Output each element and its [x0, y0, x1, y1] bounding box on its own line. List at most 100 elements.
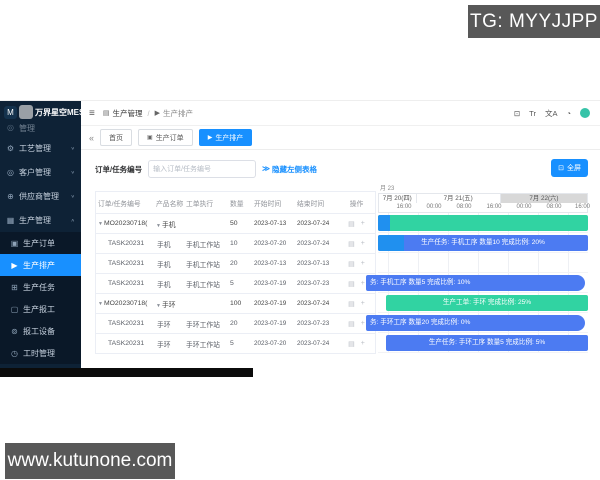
bell-icon[interactable]: ◔ [566, 109, 571, 118]
schedule-icon: ▶ [155, 109, 160, 117]
caret-down-icon[interactable]: ▼ [98, 221, 103, 227]
sidebar-item-production-task[interactable]: ⊞ 生产任务 [0, 276, 81, 298]
add-icon[interactable]: + [361, 240, 365, 248]
cell-start-time: 2023-07-13 [252, 260, 295, 267]
tab-label: 首页 [109, 133, 123, 143]
gantt-rows: 生产任务: 手机工序 数量10 完成比例: 20%务: 手机工序 数量5 完成比… [378, 213, 588, 353]
hamburger-menu-icon[interactable]: ≡ [89, 108, 95, 119]
col-actions: 操作 [338, 198, 375, 208]
caret-down-icon[interactable]: ▼ [156, 223, 161, 229]
tab-生产订单[interactable]: ▣ 生产订单 [138, 129, 193, 146]
cell-quantity: 20 [228, 260, 252, 267]
screenshot-edge-strip [0, 368, 253, 377]
table-row[interactable]: TASK20231 手机 手机工作站 5 2023-07-19 2023-07-… [96, 274, 375, 294]
cell-product-name: 手环 [154, 339, 184, 349]
cell-quantity: 50 [228, 220, 252, 227]
detail-icon[interactable]: ▤ [348, 240, 355, 248]
caret-down-icon[interactable]: ▼ [98, 301, 103, 307]
sidebar-item-production-order[interactable]: ▣ 生产订单 [0, 232, 81, 254]
sidebar-item-label: 工艺管理 [19, 143, 51, 154]
sidebar-item-work-report[interactable]: ▢ 生产报工 [0, 298, 81, 320]
cell-product-name: 手机 [154, 279, 184, 289]
col-start-time: 开始时间 [252, 198, 295, 208]
bar-label: 生产任务: 手机工序 数量10 完成比例: 20% [378, 235, 588, 251]
chevron-icon: ∨ [71, 170, 75, 175]
breadcrumb-current: 生产排产 [163, 108, 193, 119]
sidebar-item-device[interactable]: ⊚ 报工设备 [0, 320, 81, 342]
cell-order-number: TASK20231 [96, 340, 154, 347]
gantt-row: 生产任务: 手机工序 数量10 完成比例: 20% [378, 233, 588, 253]
add-icon[interactable]: + [361, 320, 365, 328]
logo-icon: M [4, 106, 17, 119]
detail-icon[interactable]: ▤ [348, 340, 355, 348]
gantt-tick-spacer [379, 203, 389, 212]
production-order-icon: ▣ [10, 239, 19, 248]
gantt-scale-label: 月 23 [378, 185, 588, 193]
add-icon[interactable]: + [361, 220, 365, 228]
gantt-task-bar[interactable]: 务: 手机工序 数量5 完成比例: 10% [366, 275, 585, 291]
sidebar-item-truncated[interactable]: ◎ 管理 [0, 123, 81, 136]
gantt-time-header: 16:0000:0008:0016:0000:0008:0016:00 [378, 203, 588, 213]
sidebar-item-supplier[interactable]: ⊕ 供应商管理 ∨ [0, 184, 81, 208]
table-row[interactable]: ▼MO20230718( ▼手机 50 2023-07-13 2023-07-2… [96, 214, 375, 234]
tabs-collapse-icon[interactable]: « [89, 133, 94, 143]
device-icon: ⊚ [10, 327, 19, 336]
col-product-name: 产品名称 [154, 198, 184, 208]
tabs-container: 首页 ▣ 生产订单 ▶ 生产排产 [100, 129, 252, 146]
tab-首页[interactable]: 首页 [100, 129, 132, 146]
gantt-day-label: 7月 21(五) [417, 194, 501, 203]
sidebar-item-label: 客户管理 [19, 167, 51, 178]
detail-icon[interactable]: ▤ [348, 260, 355, 268]
production-schedule-icon: ▶ [10, 261, 19, 270]
order-number-input[interactable] [148, 160, 256, 178]
caret-down-icon[interactable]: ▼ [156, 303, 161, 309]
sidebar-item-work-hours[interactable]: ◷ 工时管理 [0, 342, 81, 364]
gantt-task-bar[interactable]: 务: 手环工序 数量20 完成比例: 0% [366, 315, 585, 331]
table-row[interactable]: TASK20231 手环 手环工作站 20 2023-07-19 2023-07… [96, 314, 375, 334]
gantt-order-bar[interactable] [378, 215, 588, 231]
add-icon[interactable]: + [361, 280, 365, 288]
font-size-icon[interactable]: Tr [529, 109, 536, 118]
detail-icon[interactable]: ▤ [348, 280, 355, 288]
gantt-task-bar[interactable]: 生产任务: 手环工序 数量5 完成比例: 5% [386, 335, 588, 351]
breadcrumb-root[interactable]: 生产管理 [112, 108, 142, 119]
gantt-row [378, 253, 588, 273]
sidebar-item-production[interactable]: ▦ 生产管理 ∧ [0, 208, 81, 232]
tab-label: 生产订单 [156, 133, 184, 143]
detail-icon[interactable]: ▤ [348, 320, 355, 328]
table-row[interactable]: TASK20231 手环 手环工作站 5 2023-07-20 2023-07-… [96, 334, 375, 354]
sidebar-item-customer[interactable]: ◎ 客户管理 ∨ [0, 160, 81, 184]
cell-quantity: 5 [228, 280, 252, 287]
add-icon[interactable]: + [361, 340, 365, 348]
sidebar-item-process[interactable]: ⚙ 工艺管理 ∨ [0, 136, 81, 160]
tab-生产排产[interactable]: ▶ 生产排产 [199, 129, 253, 146]
sidebar-item-label: 生产任务 [23, 282, 55, 293]
chevron-icon: ∨ [71, 194, 75, 199]
fullscreen-label: 全屏 [567, 163, 581, 173]
translate-icon[interactable]: 文A [545, 108, 558, 119]
fullscreen-button[interactable]: ⊡ 全屏 [551, 159, 588, 177]
gantt-task-bar[interactable]: 生产任务: 手机工序 数量10 完成比例: 20% [378, 235, 588, 251]
sidebar-item-label: 生产订单 [23, 238, 55, 249]
add-icon[interactable]: + [361, 300, 365, 308]
cell-actions: ▤ + [338, 340, 375, 348]
fullscreen-icon[interactable]: ⊡ [514, 109, 520, 118]
col-order-number: 订单/任务编号 [96, 198, 154, 208]
cell-quantity: 100 [228, 300, 252, 307]
detail-icon[interactable]: ▤ [348, 300, 355, 308]
add-icon[interactable]: + [361, 260, 365, 268]
table-row[interactable]: TASK20231 手机 手机工作站 20 2023-07-13 2023-07… [96, 254, 375, 274]
sidebar: M 万界星空MES ◎ 管理 ⚙ 工艺管理 ∨ ◎ 客户管理 ∨ ⊕ 供应商管理… [0, 101, 81, 368]
cell-start-time: 2023-07-13 [252, 220, 295, 227]
avatar[interactable] [580, 108, 590, 118]
hide-table-link[interactable]: ≫ 隐藏左侧表格 [262, 164, 317, 175]
cell-order-number: TASK20231 [96, 260, 154, 267]
table-row[interactable]: ▼MO20230718( ▼手环 100 2023-07-19 2023-07-… [96, 294, 375, 314]
chevron-right-icon: ≫ [262, 164, 270, 175]
detail-icon[interactable]: ▤ [348, 220, 355, 228]
cell-end-time: 2023-07-24 [295, 220, 338, 227]
sidebar-item-production-schedule[interactable]: ▶ 生产排产 [0, 254, 81, 276]
gantt-time-tick: 16:00 [389, 203, 419, 212]
gantt-order-bar[interactable]: 生产工单: 手环 完成比例: 25% [386, 295, 588, 311]
table-row[interactable]: TASK20231 手机 手机工作站 10 2023-07-20 2023-07… [96, 234, 375, 254]
